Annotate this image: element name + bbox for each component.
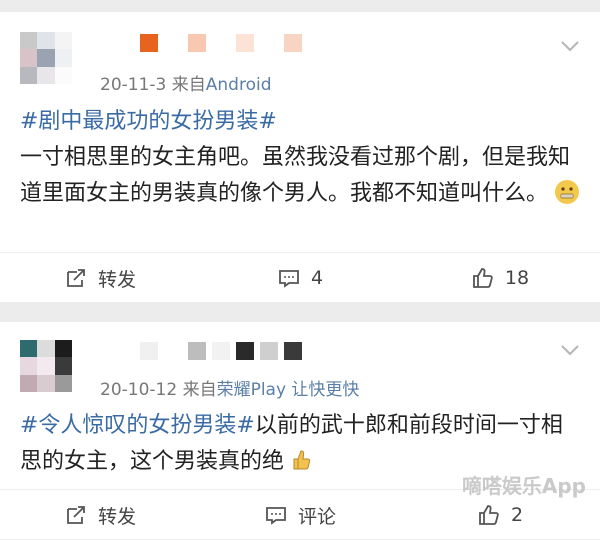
comment-label: 评论 bbox=[297, 505, 336, 528]
chevron-down-icon[interactable] bbox=[560, 344, 580, 356]
avatar[interactable] bbox=[20, 32, 72, 84]
source-label[interactable]: Android bbox=[206, 75, 272, 95]
username-blurred[interactable] bbox=[92, 340, 302, 362]
source-prefix: 来自 bbox=[171, 75, 206, 95]
post-body: #剧中最成功的女扮男装# 一寸相思里的女主角吧。虽然我没看过那个剧，但是我知道里… bbox=[20, 104, 580, 212]
topic-link[interactable]: #令人惊叹的女扮男装# bbox=[20, 413, 255, 438]
like-button[interactable]: 18 bbox=[400, 266, 600, 290]
source-prefix: 来自 bbox=[182, 380, 217, 400]
comment-button[interactable]: 4 bbox=[200, 266, 400, 290]
repost-button[interactable]: 转发 bbox=[0, 502, 200, 529]
repost-icon bbox=[67, 506, 85, 524]
watermark: 嘀嗒娱乐App bbox=[461, 474, 586, 498]
avatar[interactable] bbox=[20, 340, 72, 392]
thumbs-up-emoji-icon bbox=[291, 448, 311, 472]
repost-label: 转发 bbox=[97, 505, 136, 528]
post-card-1: 20-11-3 来自Android #剧中最成功的女扮男装# 一寸相思里的女主角… bbox=[0, 12, 600, 302]
comment-count: 4 bbox=[310, 267, 324, 289]
repost-button[interactable]: 转发 bbox=[0, 265, 200, 292]
comment-icon bbox=[279, 270, 299, 288]
action-bar: 转发 4 18 bbox=[0, 252, 600, 303]
topic-link[interactable]: #剧中最成功的女扮男装# bbox=[20, 109, 277, 134]
like-count: 18 bbox=[504, 267, 530, 289]
zipper-mouth-face-icon bbox=[555, 180, 580, 204]
post-date: 20-11-3 bbox=[100, 75, 167, 95]
comment-button[interactable]: 评论 bbox=[200, 502, 400, 529]
post-text: 一寸相思里的女主角吧。虽然我没看过那个剧，但是我知道里面女主的男装真的像个男人。… bbox=[20, 145, 571, 206]
username-blurred[interactable] bbox=[92, 32, 302, 54]
like-count: 2 bbox=[510, 504, 524, 526]
thumbs-up-icon bbox=[479, 505, 499, 525]
comment-icon bbox=[266, 507, 286, 525]
post-meta: 20-11-3 来自Android bbox=[100, 70, 272, 95]
chevron-down-icon[interactable] bbox=[560, 40, 580, 52]
source-label[interactable]: 荣耀Play 让快更快 bbox=[217, 380, 360, 400]
post-card-2: 20-10-12 来自荣耀Play 让快更快 #令人惊叹的女扮男装#以前的武十郎… bbox=[0, 322, 600, 539]
repost-label: 转发 bbox=[97, 268, 136, 291]
post-date: 20-10-12 bbox=[100, 380, 178, 400]
thumbs-up-icon bbox=[473, 268, 493, 288]
like-button[interactable]: 2 bbox=[400, 503, 600, 527]
repost-icon bbox=[67, 269, 85, 287]
post-meta: 20-10-12 来自荣耀Play 让快更快 bbox=[100, 375, 359, 400]
